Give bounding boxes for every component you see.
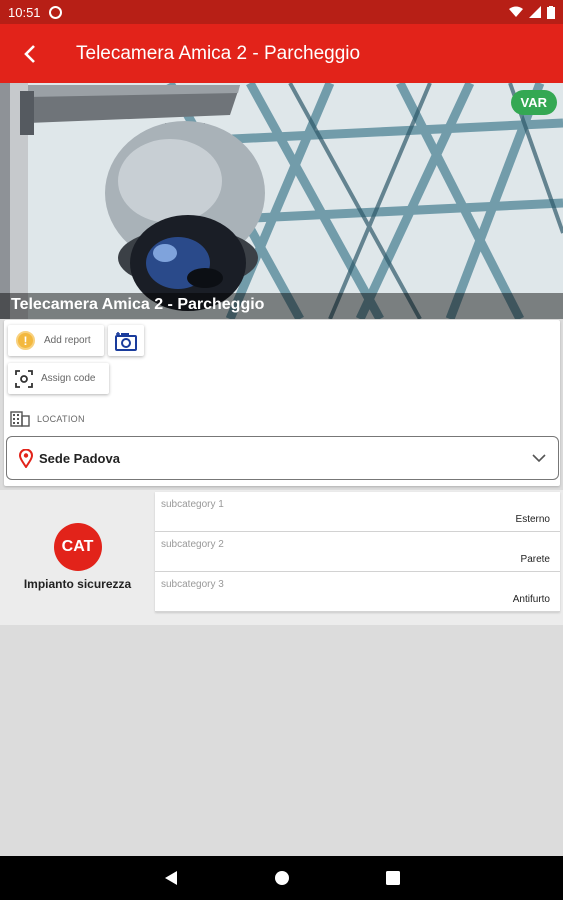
- camera-photo: [0, 83, 563, 319]
- location-label: LOCATION: [37, 414, 85, 424]
- page-title: Telecamera Amica 2 - Parcheggio: [76, 42, 361, 64]
- nav-home-icon[interactable]: [274, 870, 290, 886]
- app-bar: Telecamera Amica 2 - Parcheggio: [0, 24, 563, 83]
- subcategory-value: Antifurto: [512, 594, 550, 605]
- subcategory-row: subcategory 1 Esterno: [155, 492, 560, 532]
- wifi-icon: [509, 6, 523, 17]
- subcategory-label: subcategory 3: [161, 579, 224, 590]
- sync-status-icon: [48, 5, 62, 19]
- add-report-label: Add report: [44, 335, 91, 346]
- hero-caption: Telecamera Amica 2 - Parcheggio: [0, 293, 563, 319]
- variant-badge: VAR: [510, 90, 557, 115]
- qr-scan-icon: [15, 369, 33, 388]
- location-pin-icon: [19, 448, 33, 468]
- category-badge: CAT: [53, 523, 102, 571]
- building-icon: [10, 411, 30, 427]
- subcategory-row: subcategory 3 Antifurto: [155, 572, 560, 612]
- back-button[interactable]: [0, 24, 60, 83]
- assign-code-label: Assign code: [41, 373, 96, 384]
- nav-recents-icon[interactable]: [385, 871, 400, 885]
- chevron-down-icon: [532, 453, 546, 462]
- subcategory-row: subcategory 2 Parete: [155, 532, 560, 572]
- subcategory-value: Parete: [520, 554, 550, 565]
- subcategory-value: Esterno: [515, 514, 550, 525]
- hero-image: VAR Telecamera Amica 2 - Parcheggio: [0, 83, 563, 319]
- subcategory-label: subcategory 2: [161, 539, 224, 550]
- location-heading: LOCATION: [10, 411, 85, 427]
- category-name: Impianto sicurezza: [23, 577, 132, 591]
- status-bar: 10:51: [0, 0, 563, 24]
- warning-icon: !: [16, 331, 35, 350]
- detail-card: ! Add report Assign code LOCATION Sede P…: [4, 320, 560, 486]
- category-panel: CAT Impianto sicurezza subcategory 1 Est…: [0, 490, 563, 625]
- battery-icon: [547, 5, 555, 19]
- assign-code-button[interactable]: Assign code: [8, 363, 109, 394]
- camera-add-icon: [115, 331, 137, 351]
- arrow-back-icon: [24, 44, 35, 63]
- add-report-button[interactable]: ! Add report: [8, 325, 104, 356]
- status-time: 10:51: [8, 4, 41, 20]
- location-select[interactable]: Sede Padova: [6, 436, 559, 480]
- add-photo-button[interactable]: [108, 325, 144, 356]
- category-summary: CAT Impianto sicurezza: [0, 490, 155, 625]
- system-nav-bar: [0, 856, 563, 900]
- subcategory-list: subcategory 1 Esterno subcategory 2 Pare…: [155, 492, 560, 612]
- nav-back-icon[interactable]: [164, 870, 178, 886]
- subcategory-label: subcategory 1: [161, 499, 224, 510]
- signal-icon: [529, 6, 541, 18]
- location-value: Sede Padova: [39, 450, 120, 466]
